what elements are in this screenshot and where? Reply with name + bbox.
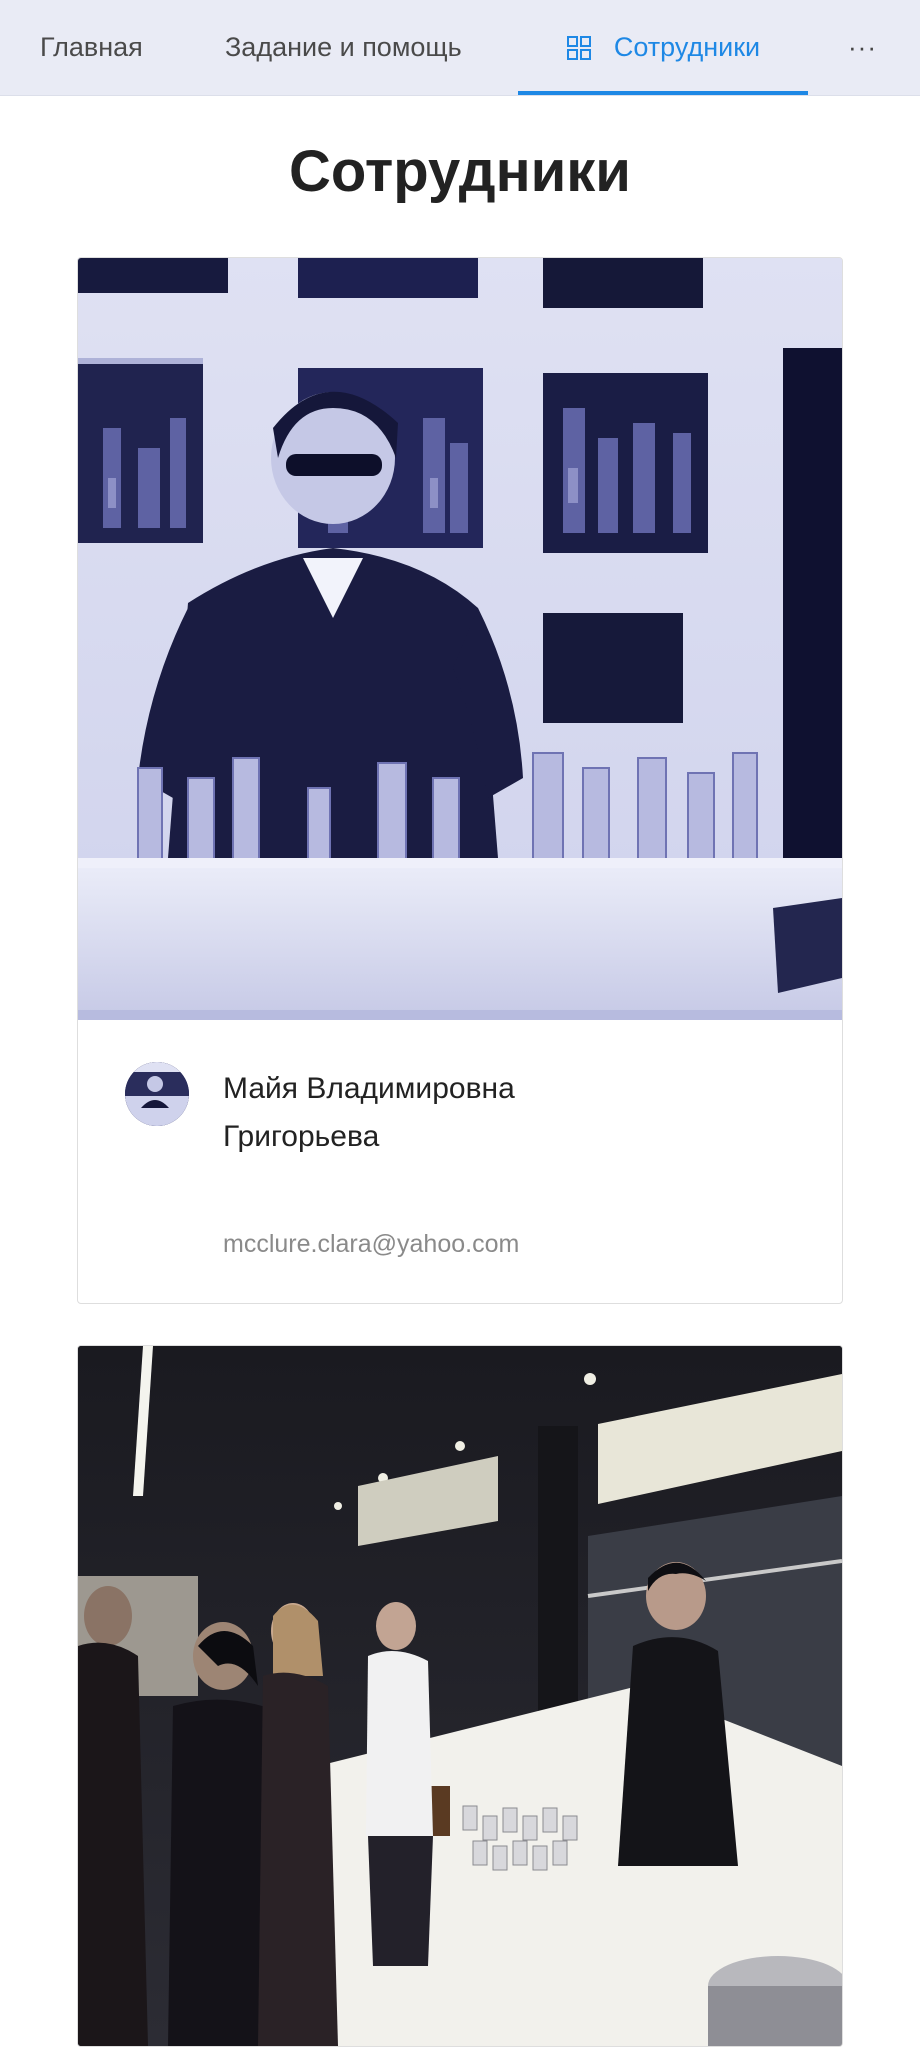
nav-item-home-label: Главная — [40, 32, 143, 62]
page-title: Сотрудники — [289, 139, 631, 204]
employee-card-body: Майя Владимировна Григорьева mcclure.cla… — [78, 1020, 842, 1303]
employee-email: mcclure.clara@yahoo.com — [223, 1230, 520, 1258]
employee-photo — [78, 258, 842, 1020]
more-menu-button[interactable]: ··· — [848, 0, 877, 95]
more-icon: ··· — [848, 32, 877, 62]
employee-card[interactable] — [77, 1345, 843, 2047]
active-tab-indicator — [518, 91, 808, 95]
top-navigation: Главная Задание и помощь Сотрудники ··· — [0, 0, 920, 95]
tab-employees-label: Сотрудники — [613, 32, 761, 62]
grid-icon — [566, 35, 592, 61]
nav-item-help[interactable]: Задание и помощь — [225, 0, 462, 95]
employee-card[interactable]: Майя Владимировна Григорьева mcclure.cla… — [77, 257, 843, 1304]
nav-item-home[interactable]: Главная — [40, 0, 143, 95]
employee-name: Майя Владимировна Григорьева — [223, 1072, 515, 1153]
avatar[interactable] — [125, 1062, 189, 1126]
tab-employees[interactable]: Сотрудники — [518, 0, 808, 95]
employee-photo — [78, 1346, 842, 2046]
nav-item-help-label: Задание и помощь — [225, 32, 462, 62]
